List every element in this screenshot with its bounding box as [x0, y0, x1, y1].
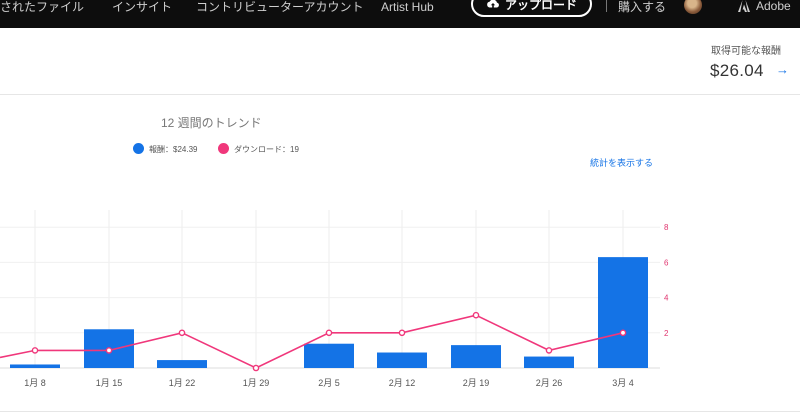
downloads-point — [252, 364, 260, 372]
earnings-bar — [157, 360, 207, 368]
downloads-point — [325, 329, 333, 337]
legend-downloads-label: ダウンロード：19 — [234, 145, 299, 154]
x-axis-tick-label: 2月 26 — [536, 378, 563, 388]
earnings-bar — [598, 257, 648, 368]
downloads-point — [619, 329, 627, 337]
x-axis-tick-label: 1月 8 — [24, 378, 46, 388]
earnings-bar — [10, 364, 60, 368]
cloud-upload-icon — [487, 0, 499, 8]
downloads-point — [105, 347, 113, 354]
earnings-bar — [377, 352, 427, 368]
earnings-bar — [451, 345, 501, 368]
downloads-point — [178, 329, 186, 337]
downloads-point — [398, 329, 406, 337]
x-axis-tick-label: 3月 4 — [612, 378, 634, 388]
earnings-bar — [524, 356, 574, 368]
upload-button-label: アップロード — [504, 0, 577, 12]
x-axis-tick-label: 2月 5 — [318, 378, 340, 388]
adobe-a-icon — [738, 0, 750, 12]
nav-divider — [606, 0, 607, 12]
legend-downloads-dot — [218, 143, 229, 154]
nav-item-artist-hub[interactable]: Artist Hub — [381, 0, 434, 14]
x-axis-tick-label: 2月 12 — [389, 378, 416, 388]
adobe-wordmark: Adobe — [756, 0, 791, 13]
nav-item-files[interactable]: されたファイル — [0, 0, 84, 14]
available-earnings-label: 取得可能な報酬 — [711, 46, 781, 57]
available-earnings-amount: $26.04 — [710, 61, 764, 80]
arrow-right-icon[interactable]: → — [776, 62, 789, 77]
top-nav-bar: されたファイル インサイト コントリビューターアカウント Artist Hub … — [0, 0, 800, 28]
nav-item-buy[interactable]: 購入する — [618, 0, 666, 14]
chart-title: 12 週間のトレンド — [161, 116, 262, 130]
right-axis-tick-label: 6 — [664, 258, 669, 267]
downloads-point — [472, 311, 480, 319]
downloads-point — [31, 347, 39, 354]
right-axis-tick-label: 8 — [664, 223, 669, 232]
section-divider-bottom — [0, 411, 800, 412]
nav-item-contributor-account[interactable]: コントリビューターアカウント — [196, 0, 364, 14]
earnings-bar — [304, 343, 354, 368]
x-axis-tick-label: 1月 29 — [243, 378, 270, 388]
upload-button[interactable]: アップロード — [471, 0, 592, 17]
section-divider-top — [0, 94, 800, 95]
view-stats-link[interactable]: 統計を表示する — [590, 156, 653, 169]
x-axis-tick-label: 1月 22 — [169, 378, 196, 388]
adobe-logo[interactable]: Adobe — [738, 0, 791, 13]
x-axis-tick-label: 1月 15 — [96, 378, 123, 388]
trend-chart: 2 4 6 8 1月 8 1月 15 1月 22 1月 29 2月 5 2月 12 2月 19 2月 … — [0, 210, 669, 388]
right-axis-tick-label: 4 — [664, 294, 669, 303]
x-axis-tick-label: 2月 19 — [463, 378, 490, 388]
legend-earnings-label: 報酬：$24.39 — [149, 145, 198, 154]
right-axis-tick-label: 2 — [664, 329, 669, 338]
avatar[interactable] — [684, 0, 702, 14]
downloads-point — [545, 347, 553, 354]
legend-earnings-dot — [133, 143, 144, 154]
nav-item-insights[interactable]: インサイト — [112, 0, 172, 14]
